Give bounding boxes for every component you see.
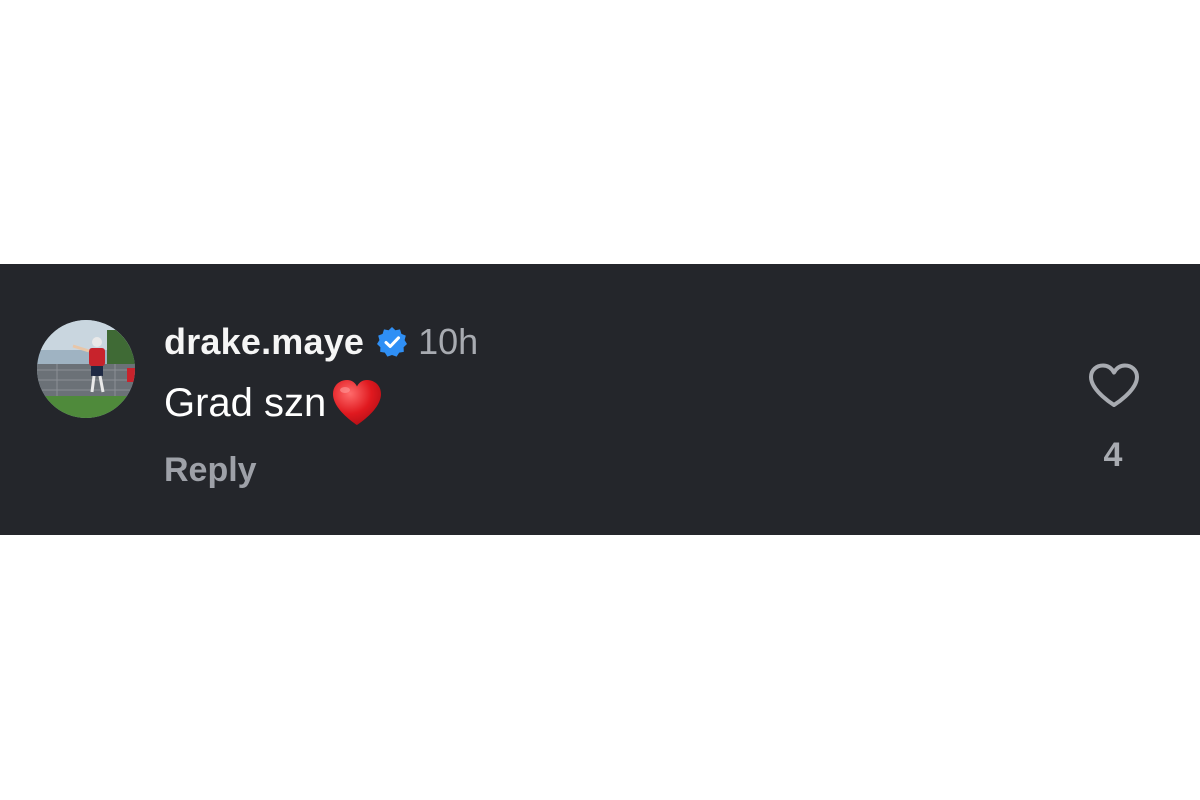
comment-text-content: Grad szn (164, 380, 327, 425)
avatar[interactable] (37, 320, 135, 418)
username[interactable]: drake.maye (164, 321, 364, 363)
comment-row: drake.maye 10h Grad szn Reply 4 (0, 264, 1200, 535)
comment-text: Grad szn (164, 378, 478, 428)
reply-button[interactable]: Reply (164, 451, 257, 490)
comment-body: drake.maye 10h Grad szn (164, 320, 478, 428)
like-count: 4 (1103, 436, 1123, 474)
heart-outline-icon (1089, 363, 1139, 407)
like-button[interactable] (1087, 362, 1141, 410)
profile-photo-football-player-icon (37, 320, 135, 418)
verified-badge-icon (376, 326, 408, 358)
red-heart-emoji-icon (330, 378, 384, 428)
timestamp: 10h (418, 321, 479, 362)
comment-meta: drake.maye 10h (164, 320, 478, 364)
